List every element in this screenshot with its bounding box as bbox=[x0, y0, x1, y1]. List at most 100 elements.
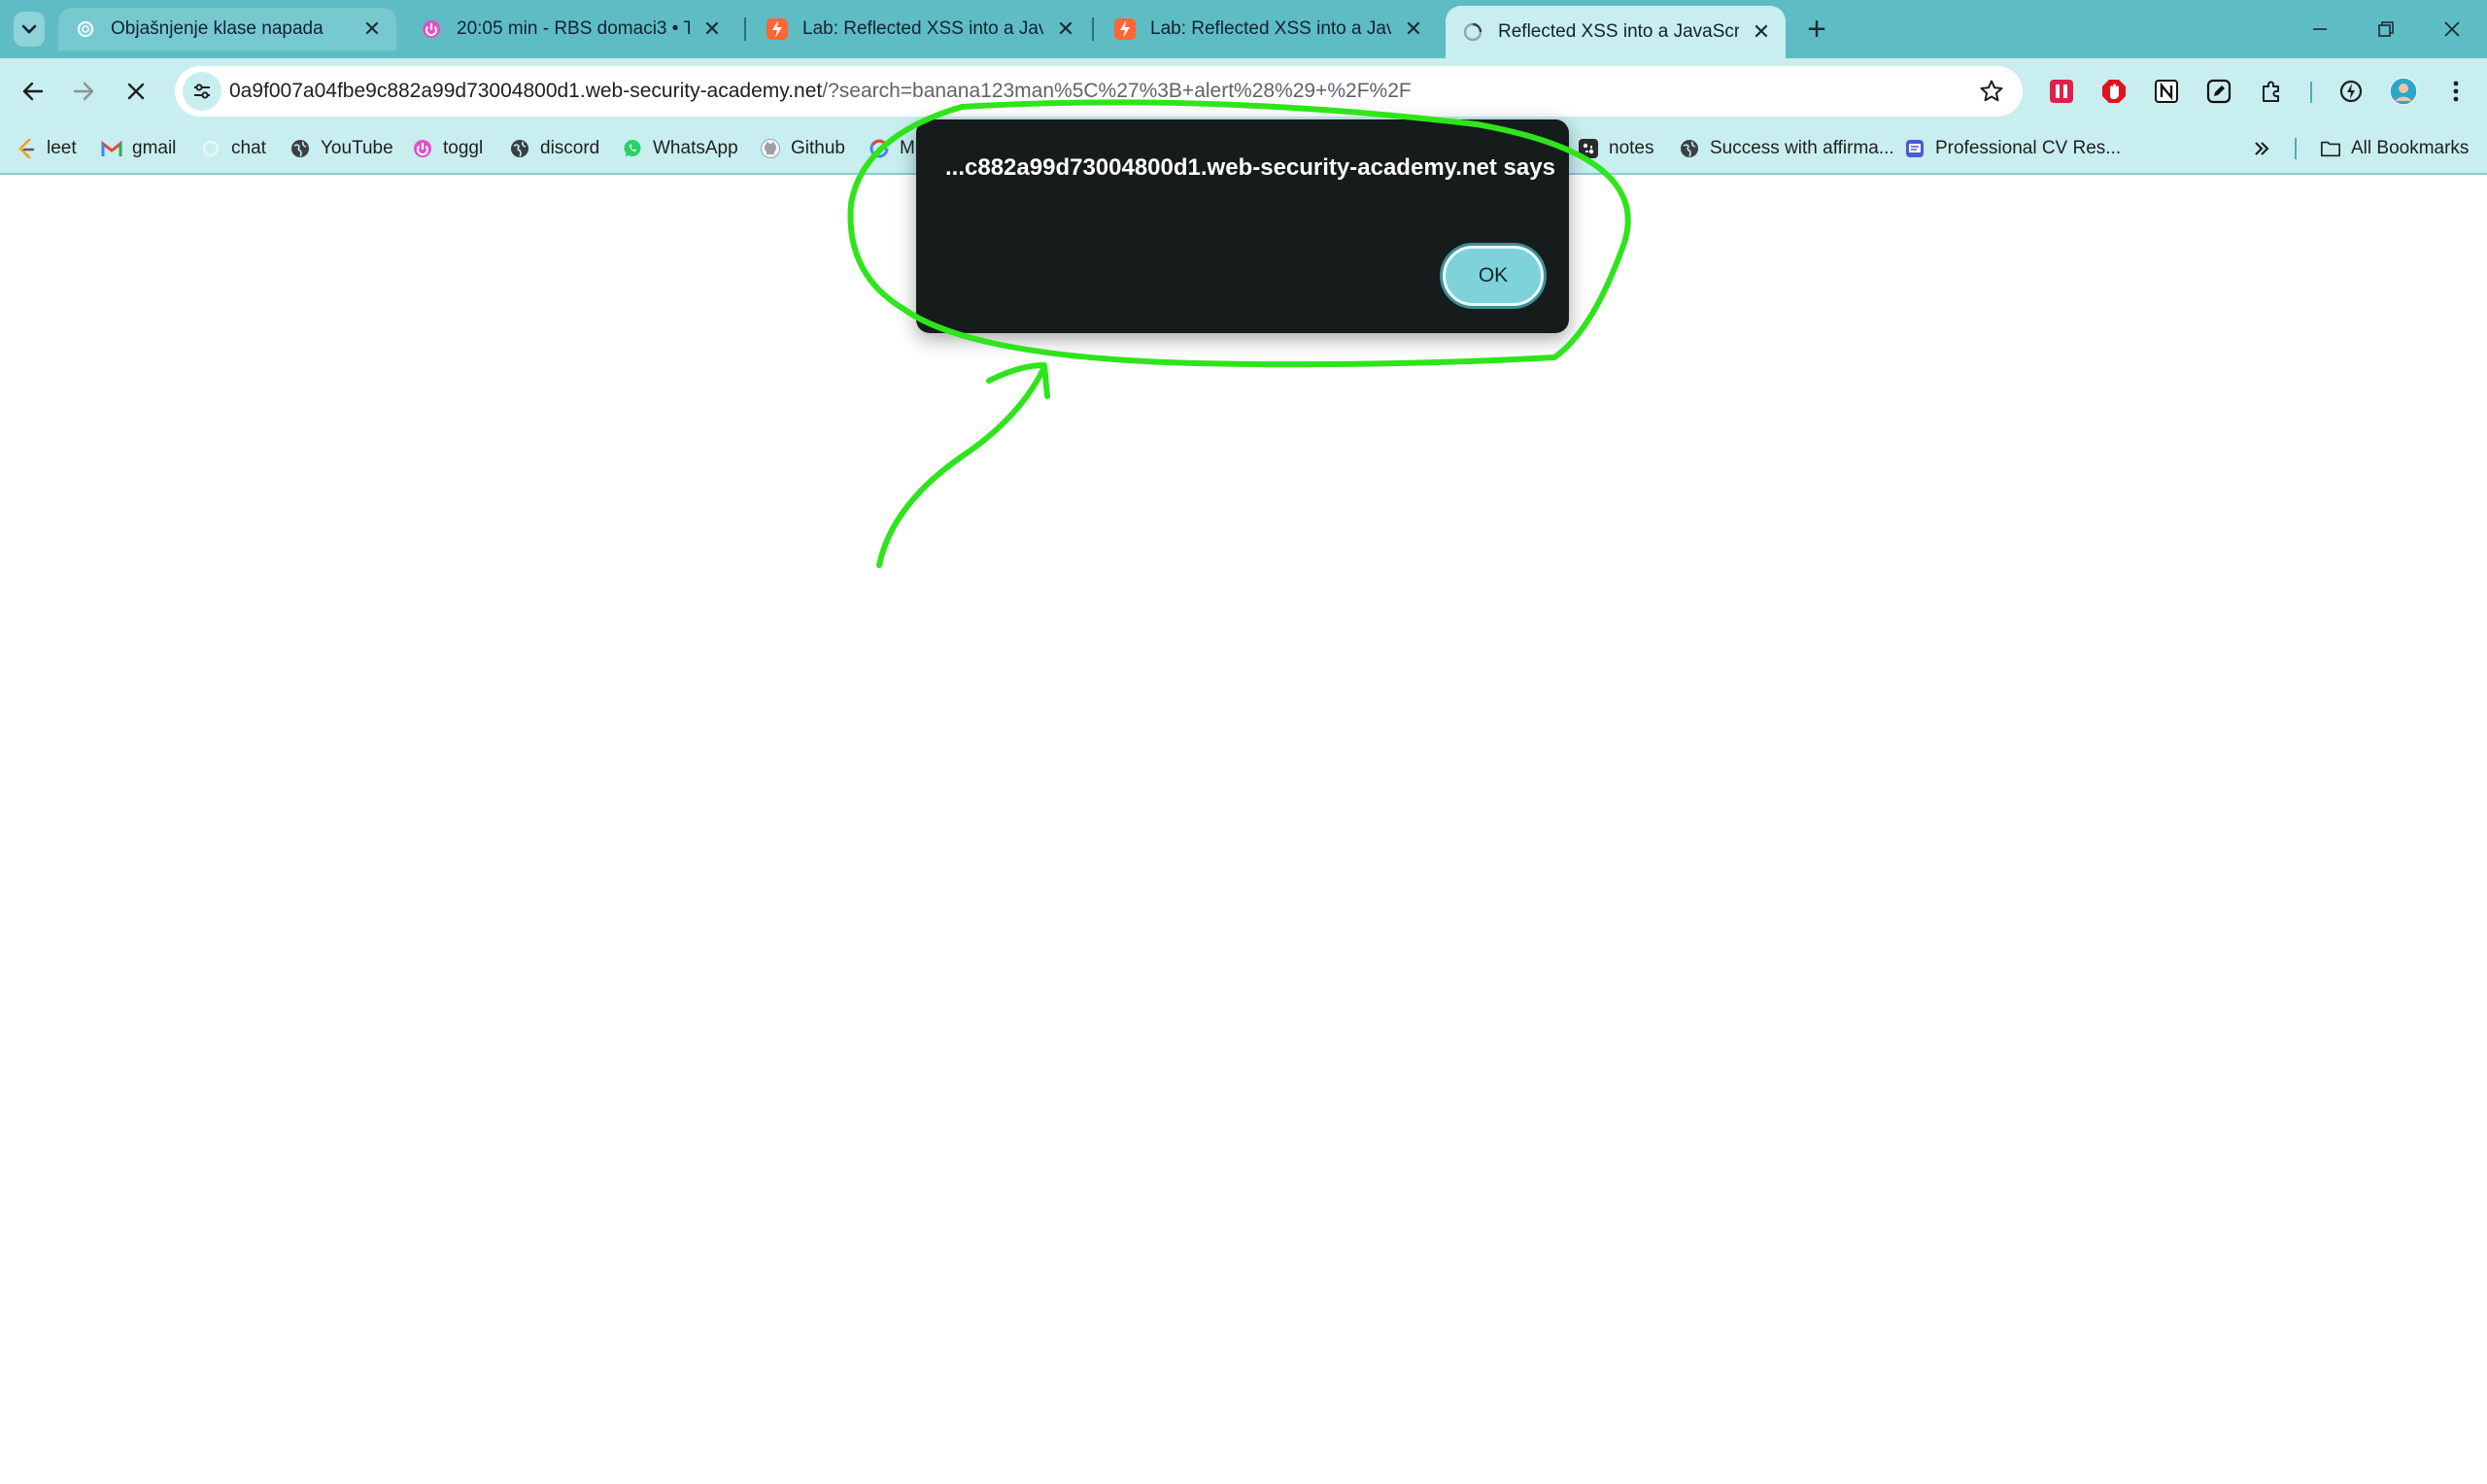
extension-button[interactable] bbox=[2042, 72, 2081, 111]
cv-icon bbox=[1904, 138, 1925, 159]
bookmark-label: Success with affirma... bbox=[1710, 138, 1894, 158]
bookmark-label: toggl bbox=[443, 138, 484, 158]
arrow-left-icon bbox=[22, 82, 44, 101]
bookmark-m[interactable]: M bbox=[869, 124, 915, 173]
close-icon[interactable]: ✕ bbox=[701, 17, 723, 41]
pen-square-icon bbox=[2206, 79, 2231, 104]
avatar-icon bbox=[2389, 77, 2418, 106]
toggl-icon bbox=[412, 138, 433, 159]
close-icon bbox=[127, 83, 145, 100]
close-icon[interactable]: ✕ bbox=[1055, 17, 1076, 41]
portswigger-icon bbox=[1113, 17, 1137, 41]
extension-button[interactable] bbox=[2147, 72, 2186, 111]
stop-loading-button[interactable] bbox=[117, 72, 155, 111]
bookmark-chat[interactable]: chat bbox=[200, 124, 266, 173]
minimize-icon bbox=[2313, 28, 2327, 30]
speed-icon bbox=[2339, 80, 2363, 103]
whatsapp-icon bbox=[622, 138, 643, 159]
restore-icon bbox=[2378, 21, 2394, 37]
address-bar[interactable]: 0a9f007a04fbe9c882a99d73004800d1.web-sec… bbox=[175, 66, 2023, 117]
globe-icon bbox=[290, 138, 311, 159]
globe-icon bbox=[1679, 138, 1700, 159]
tab-1[interactable]: Objašnjenje klase napada ✕ bbox=[58, 8, 396, 51]
tab-2[interactable]: 20:05 min - RBS domaci3 • Toggl ✕ bbox=[404, 8, 736, 51]
site-info-button[interactable] bbox=[183, 72, 221, 111]
bookmark-discord[interactable]: discord bbox=[509, 124, 599, 173]
all-bookmarks-label: All Bookmarks bbox=[2351, 138, 2470, 158]
leetcode-icon bbox=[16, 138, 37, 159]
star-icon bbox=[1980, 80, 2003, 102]
puzzle-icon bbox=[2263, 81, 2279, 102]
close-icon[interactable]: ✕ bbox=[1403, 17, 1424, 41]
tab-3[interactable]: Lab: Reflected XSS into a JavaScript ✕ bbox=[750, 8, 1090, 51]
close-window-icon bbox=[2444, 21, 2460, 37]
tab-strip: Objašnjenje klase napada ✕ 20:05 min - R… bbox=[0, 0, 2487, 58]
tab-search-button[interactable] bbox=[14, 12, 45, 47]
javascript-alert-dialog: ...c882a99d73004800d1.web-security-acade… bbox=[916, 119, 1569, 333]
more-vertical-icon bbox=[2453, 81, 2459, 102]
forward-button[interactable] bbox=[64, 72, 103, 111]
folder-icon bbox=[2320, 138, 2341, 159]
tab-title: 20:05 min - RBS domaci3 • Toggl bbox=[457, 18, 690, 39]
bookmark-youtube[interactable]: YouTube bbox=[290, 124, 393, 173]
arrow-right-icon bbox=[73, 82, 94, 101]
bookmark-label: Professional CV Res... bbox=[1935, 138, 2122, 158]
tune-icon bbox=[194, 84, 210, 99]
openai-icon bbox=[200, 138, 221, 159]
ok-button[interactable]: OK bbox=[1443, 246, 1544, 306]
extension-button[interactable] bbox=[2095, 72, 2133, 111]
bookmarks-separator bbox=[2295, 138, 2297, 159]
tab-4[interactable]: Lab: Reflected XSS into a JavaScript ✕ bbox=[1098, 8, 1438, 51]
double-chevron-right-icon bbox=[2255, 142, 2269, 155]
bookmark-leet[interactable]: leet bbox=[16, 124, 77, 173]
plus-icon: + bbox=[1807, 10, 1826, 48]
bookmark-star-button[interactable] bbox=[1976, 76, 2007, 107]
bookmark-label: gmail bbox=[132, 138, 177, 158]
tab-separator bbox=[744, 17, 746, 41]
bookmark-label: M bbox=[900, 138, 915, 158]
adblock-icon bbox=[2102, 80, 2126, 103]
bookmark-gmail[interactable]: gmail bbox=[101, 124, 176, 173]
portswigger-icon bbox=[766, 17, 789, 41]
url-path: /?search=banana123man%5C%27%3B+alert%28%… bbox=[822, 80, 1412, 102]
page-content bbox=[0, 175, 2487, 1484]
tab-title: Lab: Reflected XSS into a JavaScript bbox=[802, 18, 1043, 39]
tab-5-active[interactable]: Reflected XSS into a JavaScript string ✕ bbox=[1446, 6, 1786, 58]
bookmark-github[interactable]: Github bbox=[760, 124, 845, 173]
extension-button[interactable] bbox=[2199, 72, 2238, 111]
minimize-button[interactable] bbox=[2291, 8, 2349, 51]
bookmark-toggl[interactable]: toggl bbox=[412, 124, 483, 173]
toolbar-separator bbox=[2310, 82, 2312, 103]
google-icon bbox=[869, 138, 890, 159]
back-button[interactable] bbox=[14, 72, 52, 111]
gmail-icon bbox=[101, 138, 122, 159]
all-bookmarks-button[interactable]: All Bookmarks bbox=[2320, 124, 2469, 173]
close-icon[interactable]: ✕ bbox=[1751, 19, 1772, 44]
chevron-down-icon bbox=[21, 24, 37, 34]
bookmark-label: chat bbox=[231, 138, 266, 158]
bookmark-notes[interactable]: notes bbox=[1578, 124, 1653, 173]
pause-extension-icon bbox=[2050, 80, 2073, 103]
new-tab-button[interactable]: + bbox=[1799, 10, 1834, 48]
notes-icon bbox=[1578, 138, 1599, 159]
bookmark-professional-cv[interactable]: Professional CV Res... bbox=[1904, 124, 2121, 173]
notion-icon bbox=[2155, 80, 2178, 103]
dialog-title: ...c882a99d73004800d1.web-security-acade… bbox=[945, 154, 1555, 181]
bookmark-label: discord bbox=[540, 138, 600, 158]
close-icon[interactable]: ✕ bbox=[361, 17, 383, 41]
openai-icon bbox=[74, 17, 97, 41]
performance-button[interactable] bbox=[2332, 72, 2370, 111]
close-window-button[interactable] bbox=[2423, 8, 2481, 51]
bookmark-label: Github bbox=[791, 138, 845, 158]
bookmark-success-affirmations[interactable]: Success with affirma... bbox=[1679, 124, 1894, 173]
menu-button[interactable] bbox=[2436, 72, 2475, 111]
tab-separator bbox=[1092, 17, 1094, 41]
tab-title: Objašnjenje klase napada bbox=[111, 18, 324, 39]
profile-avatar[interactable] bbox=[2384, 72, 2423, 111]
bookmark-whatsapp[interactable]: WhatsApp bbox=[622, 124, 738, 173]
extensions-menu-button[interactable] bbox=[2252, 72, 2291, 111]
more-bookmarks-button[interactable] bbox=[2252, 124, 2271, 173]
globe-icon bbox=[509, 138, 530, 159]
url-text[interactable]: 0a9f007a04fbe9c882a99d73004800d1.web-sec… bbox=[229, 66, 1412, 117]
restore-button[interactable] bbox=[2357, 8, 2415, 51]
